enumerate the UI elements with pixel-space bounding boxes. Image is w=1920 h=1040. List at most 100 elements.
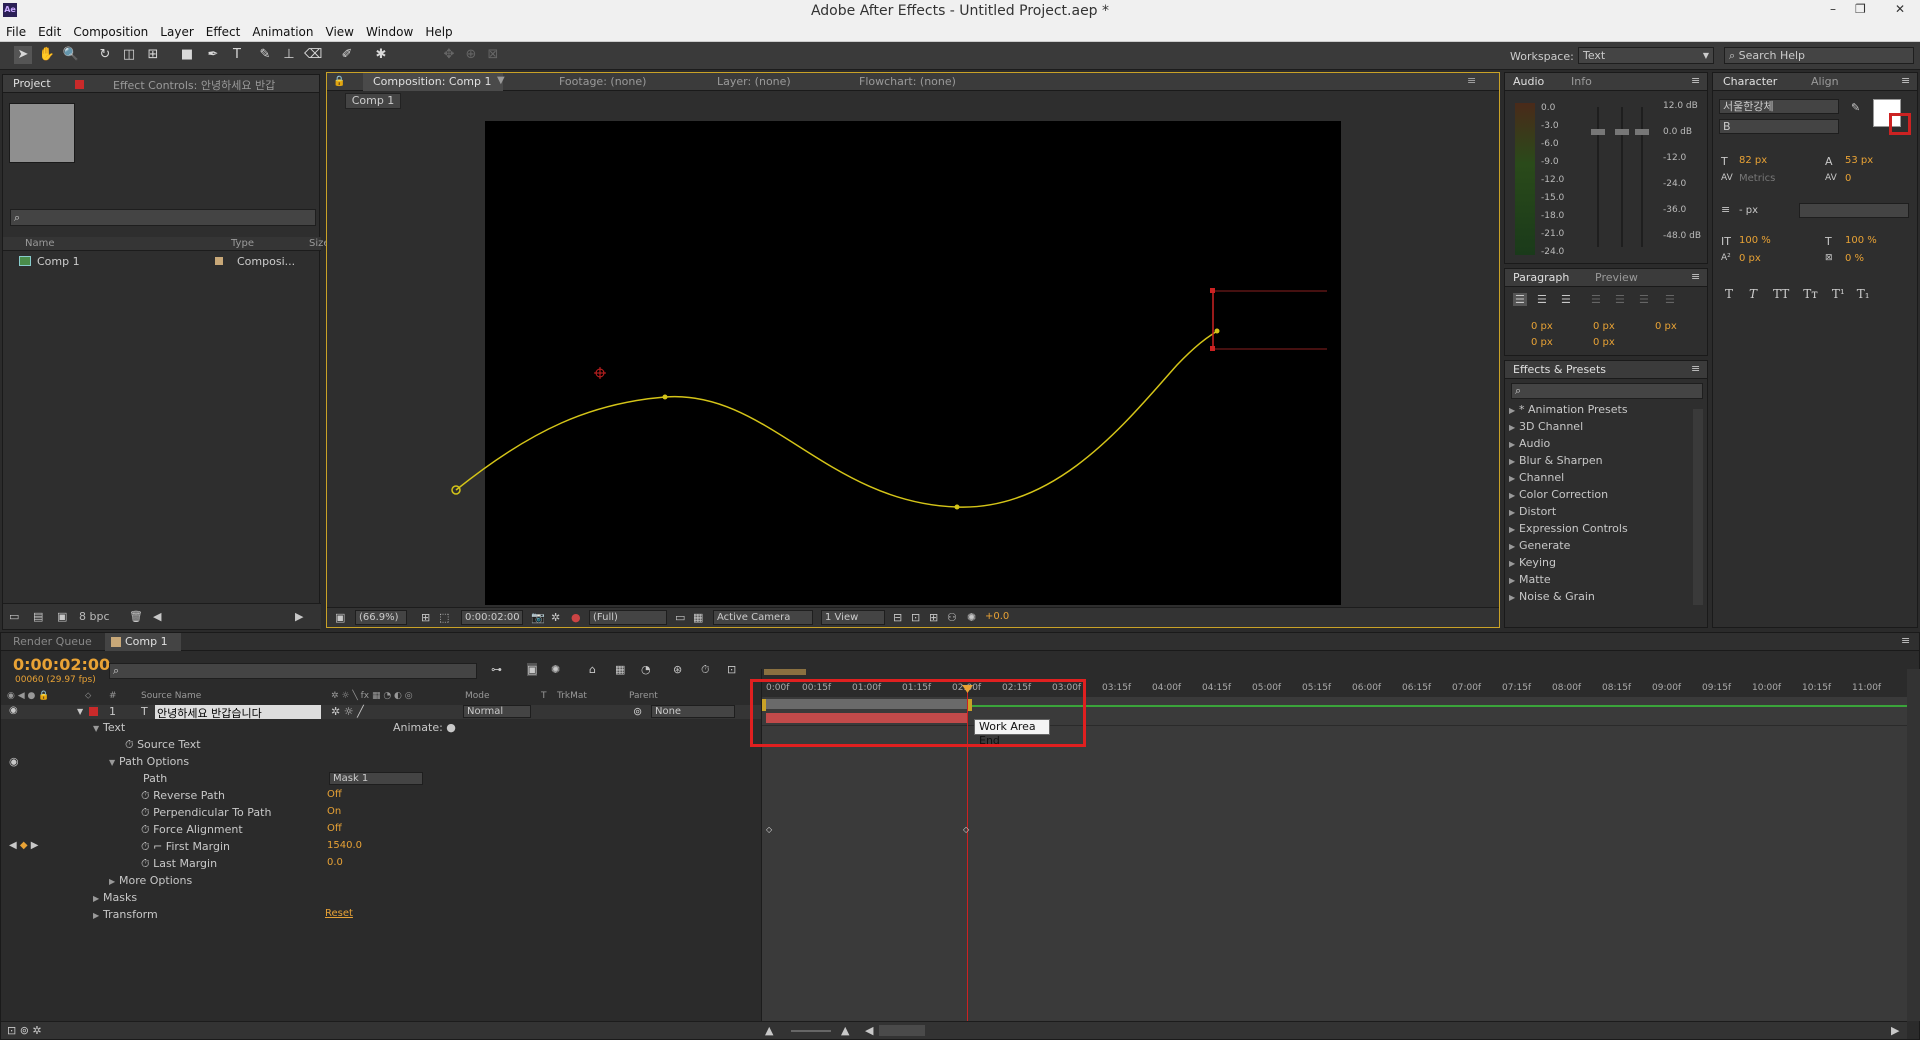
leading-value[interactable]: 53 px <box>1845 155 1873 166</box>
layer-label-color[interactable] <box>89 707 98 716</box>
justify-center-icon[interactable]: ☰ <box>1615 293 1625 306</box>
effects-item[interactable]: ▶ Color Correction <box>1509 488 1689 505</box>
space-before-value[interactable]: 0 px <box>1531 337 1553 348</box>
transform-reset-link[interactable]: Reset <box>325 908 353 919</box>
show-snapshot-icon[interactable]: ✲ <box>551 611 560 624</box>
stroke-width-value[interactable]: - px <box>1739 205 1758 216</box>
timeline-icon[interactable]: ⊞ <box>929 611 938 624</box>
eye-icon[interactable]: ◉ <box>9 705 18 716</box>
tab-layer[interactable]: Layer: (none) <box>717 75 791 88</box>
path-vertex[interactable] <box>662 394 668 400</box>
vertical-scale-value[interactable]: 100 % <box>1739 235 1771 246</box>
live-update-icon[interactable]: ▣ <box>527 663 538 676</box>
prop-force-alignment[interactable]: ⏱ Force Alignment <box>141 823 243 837</box>
small-caps-button[interactable]: Tт <box>1803 287 1818 301</box>
stopwatch-active-icon[interactable]: ⏱ <box>141 840 153 853</box>
project-item-comp[interactable]: Comp 1 Composi... <box>3 253 303 269</box>
comp-menu-dropdown[interactable]: ▼ <box>497 75 505 86</box>
tab-character[interactable]: Character <box>1723 75 1777 88</box>
stopwatch-icon[interactable]: ⏱ <box>141 806 153 819</box>
scroll-right-icon[interactable]: ▶ <box>295 610 303 623</box>
prev-keyframe-icon[interactable]: ◀ <box>9 840 17 851</box>
kerning-value[interactable]: Metrics <box>1739 173 1775 184</box>
scroll-left-icon[interactable]: ◀ <box>153 610 161 623</box>
hand-tool-icon[interactable]: ✋ <box>38 46 56 64</box>
path-mask-dropdown[interactable]: Mask 1 <box>329 772 423 785</box>
column-trkmat[interactable]: TrkMat <box>557 691 587 701</box>
next-keyframe-icon[interactable]: ▶ <box>31 840 39 851</box>
tab-paragraph[interactable]: Paragraph <box>1513 271 1569 284</box>
indent-first-value[interactable]: 0 px <box>1593 321 1615 332</box>
panel-menu-icon[interactable]: ≡ <box>1901 74 1910 87</box>
keyframe-icon[interactable]: ◇ <box>963 825 969 834</box>
zoom-out-icon[interactable]: ▲ <box>765 1024 773 1037</box>
keyframe-navigator[interactable]: ◀ ◆ ▶ <box>9 840 38 851</box>
column-parent[interactable]: Parent <box>629 691 658 701</box>
minimize-button[interactable]: – <box>1830 2 1836 16</box>
stopwatch-icon[interactable]: ⏱ <box>141 857 153 870</box>
layer-switches[interactable]: ✲ ☼ ╱ <box>331 705 364 718</box>
menu-composition[interactable]: Composition <box>67 22 154 42</box>
rotate-tool-icon[interactable]: ↻ <box>96 46 114 64</box>
effects-item[interactable]: ▶ Blur & Sharpen <box>1509 454 1689 471</box>
text-handle[interactable] <box>1210 346 1215 351</box>
space-after-value[interactable]: 0 px <box>1593 337 1615 348</box>
snapshot-icon[interactable]: 📷 <box>531 611 545 624</box>
comp-mini-flowchart-icon[interactable]: ⊶ <box>491 663 502 676</box>
layer-name-field[interactable]: 안녕하세요 반갑습니다 <box>155 705 321 720</box>
zoom-in-icon[interactable]: ▲ <box>841 1024 849 1037</box>
menu-animation[interactable]: Animation <box>246 22 319 42</box>
last-margin-value[interactable]: 0.0 <box>327 857 343 868</box>
prop-more-options[interactable]: ▶ More Options <box>109 874 192 888</box>
menu-effect[interactable]: Effect <box>200 22 247 42</box>
shy-layers-icon[interactable]: ⌂ <box>589 663 596 676</box>
tsume-value[interactable]: 0 % <box>1845 253 1864 264</box>
audio-slider-handle[interactable] <box>1615 129 1629 135</box>
menu-file[interactable]: File <box>0 22 32 42</box>
exposure-icon[interactable]: ✺ <box>967 611 976 624</box>
justify-all-icon[interactable]: ☰ <box>1665 293 1675 306</box>
region-of-interest-icon[interactable]: ▭ <box>675 611 685 624</box>
camera-view-dropdown[interactable]: Active Camera <box>713 610 813 625</box>
zoom-tool-icon[interactable]: 🔍 <box>62 46 80 64</box>
prop-last-margin[interactable]: ⏱ Last Margin <box>141 857 217 871</box>
justify-right-icon[interactable]: ☰ <box>1639 293 1649 306</box>
menu-layer[interactable]: Layer <box>154 22 199 42</box>
prop-reverse-path[interactable]: ⏱ Reverse Path <box>141 789 225 803</box>
faux-bold-button[interactable]: T <box>1725 287 1733 301</box>
effects-item[interactable]: ▶ Matte <box>1509 573 1689 590</box>
blend-mode-dropdown[interactable]: Normal <box>463 705 531 718</box>
workspace-dropdown[interactable]: Text ▼ <box>1578 47 1714 64</box>
tab-align[interactable]: Align <box>1811 75 1839 88</box>
prop-masks[interactable]: ▶ Masks <box>93 891 137 905</box>
stopwatch-icon[interactable]: ⏱ <box>141 789 153 802</box>
tab-render-queue[interactable]: Render Queue <box>13 635 92 648</box>
channel-icon[interactable]: ● <box>571 611 581 624</box>
expand-icon[interactable]: ▼ <box>77 707 83 716</box>
graph-editor-icon[interactable]: ⊡ <box>727 663 736 676</box>
effects-item[interactable]: ▶ Audio <box>1509 437 1689 454</box>
align-left-icon[interactable]: ☰ <box>1513 293 1527 306</box>
tab-effect-controls[interactable]: Effect Controls: 안녕하세요 반갑 <box>113 77 275 93</box>
layer-row[interactable]: ◉ ▼ 1 T 안녕하세요 반갑습니다 ✲ ☼ ╱ Normal ⊚ None <box>1 705 761 720</box>
lock-icon[interactable]: 🔒 <box>333 76 345 87</box>
restore-button[interactable]: ❐ <box>1855 2 1866 16</box>
tab-flowchart[interactable]: Flowchart: (none) <box>859 75 956 88</box>
new-folder-icon[interactable]: ▤ <box>33 610 43 623</box>
faux-italic-button[interactable]: T <box>1749 287 1757 301</box>
prop-first-margin[interactable]: ⏱ ⌐ First Margin <box>141 840 230 854</box>
stopwatch-icon[interactable]: ⏱ <box>141 823 153 836</box>
roto-brush-tool-icon[interactable]: ✐ <box>338 46 356 64</box>
transparency-grid-icon[interactable]: ▦ <box>693 611 703 624</box>
tab-preview[interactable]: Preview <box>1595 271 1638 284</box>
prop-text[interactable]: ▼ Text <box>93 721 125 735</box>
effects-item[interactable]: ▶ Keying <box>1509 556 1689 573</box>
rectangle-tool-icon[interactable]: ■ <box>178 46 196 64</box>
comp-breadcrumb[interactable]: Comp 1 <box>345 93 401 109</box>
effects-item[interactable]: ▶ Expression Controls <box>1509 522 1689 539</box>
current-time-field[interactable]: 0:00:02:00 <box>461 610 523 625</box>
search-help-field[interactable]: ⌕ Search Help <box>1724 47 1914 64</box>
pickwhip-icon[interactable]: ⊚ <box>633 705 642 718</box>
timeline-vertical-scrollbar[interactable] <box>1907 669 1920 1021</box>
effects-item[interactable]: ▶ Noise & Grain <box>1509 590 1689 607</box>
